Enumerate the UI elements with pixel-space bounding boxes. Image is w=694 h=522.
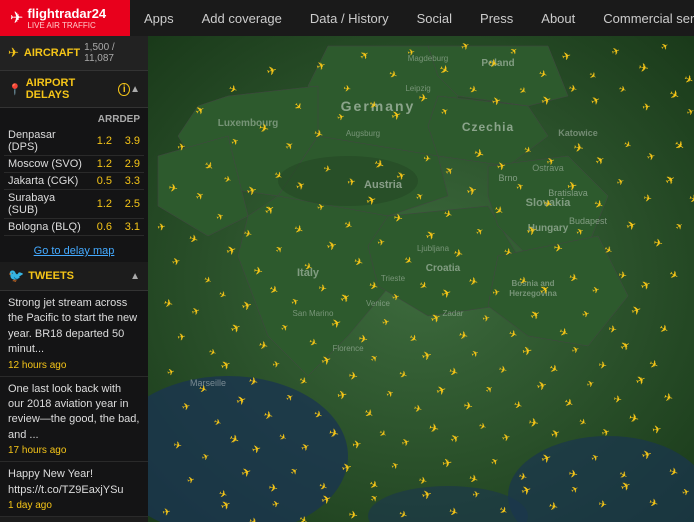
nav-items: AppsAdd coverageData / HistorySocialPres…	[130, 0, 694, 36]
airport-col-arr: ARR	[98, 114, 120, 125]
navbar: ✈ flightradar24 LIVE AIR TRAFFIC AppsAdd…	[0, 0, 694, 36]
airport-row[interactable]: Bologna (BLQ) 0.6 3.1	[4, 219, 144, 236]
svg-text:Augsburg: Augsburg	[346, 129, 380, 138]
airport-arr: 0.6	[84, 221, 112, 233]
svg-text:Czechia: Czechia	[462, 120, 514, 134]
airport-dep: 2.9	[112, 158, 140, 170]
tweets-container: Strong jet stream across the Pacific to …	[0, 291, 148, 517]
airport-row[interactable]: Surabaya (SUB) 1.2 2.5	[4, 190, 144, 219]
svg-text:Ljubljana: Ljubljana	[417, 244, 450, 253]
nav-item-add-coverage[interactable]: Add coverage	[188, 0, 296, 36]
location-icon: 📍	[8, 83, 22, 96]
svg-text:Croatia: Croatia	[426, 263, 461, 274]
airport-delays-label: AIRPORT DELAYS	[26, 77, 111, 101]
airport-dep: 3.9	[112, 135, 140, 147]
airport-dep: 2.5	[112, 198, 140, 210]
airport-col-header: ARR DEP	[4, 112, 144, 127]
airport-rows-container: Denpasar (DPS) 1.2 3.9 Moscow (SVO) 1.2 …	[4, 127, 144, 236]
airport-delays-info-icon[interactable]: i	[118, 83, 130, 96]
airport-table: ARR DEP Denpasar (DPS) 1.2 3.9 Moscow (S…	[0, 108, 148, 240]
svg-text:Katowice: Katowice	[558, 128, 598, 138]
goto-delay-map[interactable]: Go to delay map	[0, 240, 148, 262]
airport-name: Surabaya (SUB)	[8, 192, 84, 216]
svg-text:Germany: Germany	[341, 98, 416, 114]
tweet-item[interactable]: Happy New Year! https://t.co/TZ9EaxjYSu …	[0, 462, 148, 517]
blog-header: ❝❝ BLOG POSTS ▲	[0, 517, 148, 522]
map-background: Germany Czechia Austria Croatia Bosnia a…	[148, 36, 694, 522]
tweets-header: 🐦 TWEETS ▲	[0, 262, 148, 291]
logo-plane-icon: ✈	[10, 8, 23, 28]
airport-name: Denpasar (DPS)	[8, 129, 84, 153]
tweets-title: 🐦 TWEETS	[8, 268, 74, 284]
aircraft-count: 1,500 / 11,087	[84, 42, 140, 64]
aircraft-bar[interactable]: ✈ AIRCRAFT 1,500 / 11,087	[0, 36, 148, 71]
svg-text:San Marino: San Marino	[293, 309, 334, 318]
airport-row[interactable]: Moscow (SVO) 1.2 2.9	[4, 156, 144, 173]
twitter-icon: 🐦	[8, 268, 24, 284]
airport-arr: 1.2	[84, 135, 112, 147]
nav-item-apps[interactable]: Apps	[130, 0, 188, 36]
svg-text:✈: ✈	[347, 509, 358, 522]
svg-text:Florence: Florence	[332, 344, 364, 353]
airport-arr: 0.5	[84, 175, 112, 187]
airport-dep: 3.1	[112, 221, 140, 233]
airport-row[interactable]: Jakarta (CGK) 0.5 3.3	[4, 173, 144, 190]
logo-sub: LIVE AIR TRAFFIC	[27, 21, 106, 30]
tweet-text: One last look back with our 2018 aviatio…	[8, 382, 140, 444]
tweet-item[interactable]: Strong jet stream across the Pacific to …	[0, 291, 148, 377]
logo[interactable]: ✈ flightradar24 LIVE AIR TRAFFIC	[0, 0, 130, 36]
airport-arr: 1.2	[84, 198, 112, 210]
nav-item-social[interactable]: Social	[403, 0, 466, 36]
airport-name: Moscow (SVO)	[8, 158, 84, 170]
tweet-text: Happy New Year! https://t.co/TZ9EaxjYSu	[8, 467, 140, 498]
svg-text:Venice: Venice	[366, 299, 391, 308]
map-area[interactable]: Germany Czechia Austria Croatia Bosnia a…	[148, 36, 694, 522]
airport-name: Bologna (BLQ)	[8, 221, 84, 233]
svg-text:Leipzig: Leipzig	[405, 84, 430, 93]
aircraft-label: AIRCRAFT	[24, 47, 80, 59]
tweet-item[interactable]: One last look back with our 2018 aviatio…	[0, 377, 148, 463]
nav-item-press[interactable]: Press	[466, 0, 527, 36]
tweet-time: 17 hours ago	[8, 445, 140, 456]
nav-item-data-history[interactable]: Data / History	[296, 0, 403, 36]
tweet-time: 1 day ago	[8, 500, 140, 511]
airport-delays-title: 📍 AIRPORT DELAYS i	[8, 77, 130, 101]
aircraft-count-value: 1,500 / 11,087	[84, 42, 115, 64]
logo-text: flightradar24	[27, 6, 106, 21]
svg-text:Trieste: Trieste	[381, 274, 406, 283]
airport-dep: 3.3	[112, 175, 140, 187]
nav-item-commercial[interactable]: Commercial services	[589, 0, 694, 36]
svg-text:Brno: Brno	[498, 173, 517, 183]
nav-item-about[interactable]: About	[527, 0, 589, 36]
airport-delays-collapse[interactable]: ▲	[130, 84, 140, 95]
airport-col-dep: DEP	[119, 114, 140, 125]
svg-text:Zadar: Zadar	[443, 309, 464, 318]
airport-delays-header: 📍 AIRPORT DELAYS i ▲	[0, 71, 148, 108]
map-svg: Germany Czechia Austria Croatia Bosnia a…	[148, 36, 694, 522]
airport-col-spacer	[8, 114, 98, 125]
sidebar: ✈ AIRCRAFT 1,500 / 11,087 📍 AIRPORT DELA…	[0, 36, 148, 522]
tweets-label: TWEETS	[28, 270, 74, 282]
tweet-time: 12 hours ago	[8, 360, 140, 371]
aircraft-plane-icon: ✈	[8, 45, 19, 61]
airport-row[interactable]: Denpasar (DPS) 1.2 3.9	[4, 127, 144, 156]
tweet-text: Strong jet stream across the Pacific to …	[8, 296, 140, 358]
svg-text:Budapest: Budapest	[569, 216, 608, 226]
airport-name: Jakarta (CGK)	[8, 175, 84, 187]
tweets-collapse[interactable]: ▲	[130, 271, 140, 282]
airport-arr: 1.2	[84, 158, 112, 170]
main-layout: ✈ AIRCRAFT 1,500 / 11,087 📍 AIRPORT DELA…	[0, 36, 694, 522]
